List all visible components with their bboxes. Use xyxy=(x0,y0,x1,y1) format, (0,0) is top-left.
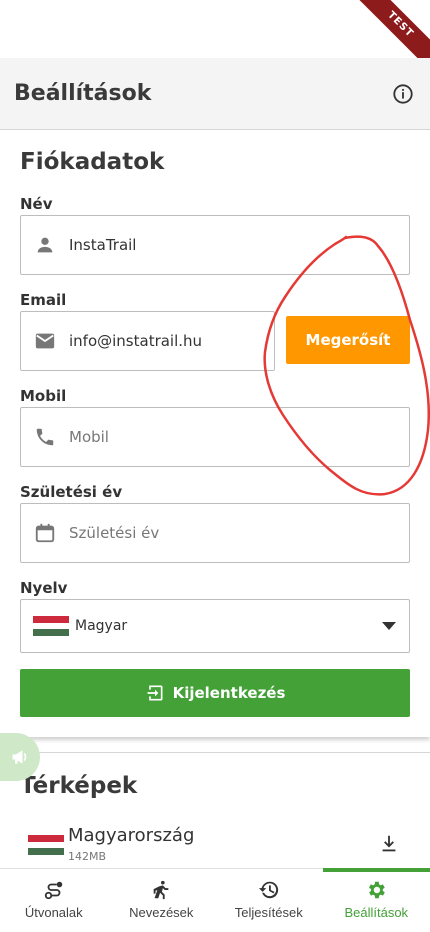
birth-year-label: Születési év xyxy=(20,483,123,501)
email-value: info@instatrail.hu xyxy=(69,332,203,350)
account-section-title: Fiókadatok xyxy=(20,149,165,175)
download-icon[interactable] xyxy=(378,833,402,857)
runner-icon xyxy=(153,880,169,900)
birth-year-placeholder: Születési év xyxy=(69,524,160,542)
chevron-down-icon xyxy=(369,622,409,630)
history-icon xyxy=(258,881,278,899)
name-field[interactable]: InstaTrail xyxy=(20,215,410,275)
status-area: TEST xyxy=(0,0,430,58)
mobile-label: Mobil xyxy=(20,387,67,405)
map-size: 142MB xyxy=(68,850,107,863)
app-bar: Beállítások xyxy=(0,58,430,130)
nav-label: Teljesítések xyxy=(234,905,303,920)
hungary-flag-icon xyxy=(33,616,69,637)
maps-section-title: Térképek xyxy=(20,773,138,799)
nav-label: Útvonalak xyxy=(24,905,83,920)
person-icon xyxy=(33,233,57,257)
nav-label: Beállítások xyxy=(344,905,409,920)
gear-icon xyxy=(369,881,386,899)
nav-item-completions[interactable]: Teljesítések xyxy=(215,869,323,932)
mobile-placeholder: Mobil xyxy=(69,428,109,446)
logout-button[interactable]: Kijelentkezés xyxy=(20,669,410,717)
name-label: Név xyxy=(20,195,53,213)
language-value: Magyar xyxy=(75,618,128,634)
language-label: Nyelv xyxy=(20,579,68,597)
route-icon xyxy=(44,881,62,900)
test-ribbon: TEST xyxy=(342,0,430,58)
phone-icon xyxy=(33,425,57,449)
nav-item-routes[interactable]: Útvonalak xyxy=(0,869,108,932)
page-title: Beállítások xyxy=(14,81,152,106)
info-icon[interactable] xyxy=(390,81,416,107)
logout-icon xyxy=(147,685,163,701)
list-item[interactable]: Magyarország 142MB xyxy=(28,825,408,865)
language-select[interactable]: Magyar xyxy=(20,599,410,653)
megaphone-icon xyxy=(12,750,27,764)
name-value: InstaTrail xyxy=(69,236,137,254)
maps-section: Térképek Magyarország 142MB xyxy=(0,752,430,868)
mobile-field[interactable]: Mobil xyxy=(20,407,410,467)
nav-item-entries[interactable]: Nevezések xyxy=(108,869,216,932)
email-label: Email xyxy=(20,291,67,309)
hungary-flag-icon xyxy=(28,835,64,856)
map-name: Magyarország xyxy=(68,825,195,846)
confirm-email-button[interactable]: Megerősít xyxy=(286,316,410,364)
nav-item-settings[interactable]: Beállítások xyxy=(322,868,430,932)
nav-label: Nevezések xyxy=(129,905,194,920)
mail-icon xyxy=(33,329,57,353)
logout-label: Kijelentkezés xyxy=(172,684,286,702)
calendar-icon xyxy=(33,521,57,545)
email-field[interactable]: info@instatrail.hu xyxy=(20,311,275,371)
bottom-navigation: Útvonalak Nevezések Teljesítések Beállít… xyxy=(0,868,430,932)
birth-year-field[interactable]: Születési év xyxy=(20,503,410,563)
